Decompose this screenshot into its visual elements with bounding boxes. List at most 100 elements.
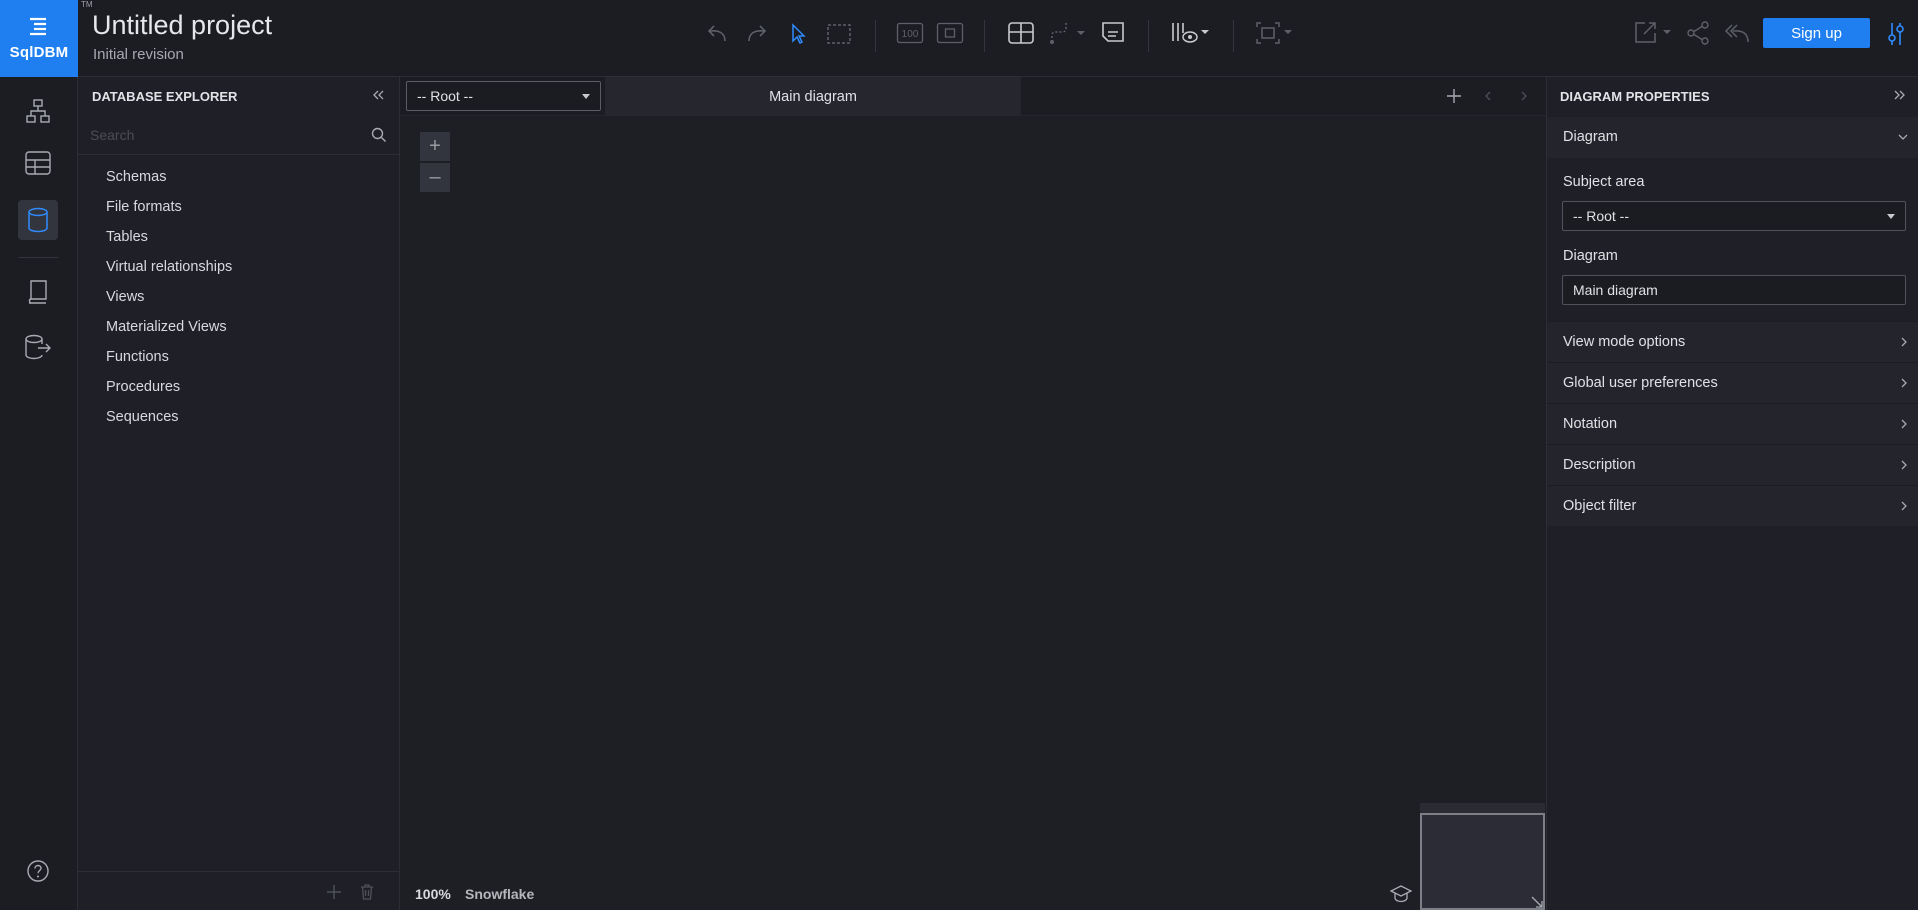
trademark-mark: TM [81,0,93,9]
search-input[interactable] [90,123,350,147]
select-pointer-icon[interactable] [784,20,812,48]
subject-area-select[interactable]: -- Root -- [406,81,601,111]
diagram-name-field[interactable]: Main diagram [1562,275,1906,305]
redo-icon[interactable] [743,20,771,48]
top-bar: SqlDBM TM Untitled project Initial revis… [0,0,1918,77]
rail-divider [18,257,58,258]
tree-item-functions[interactable]: Functions [106,348,232,378]
database-icon[interactable] [18,200,58,240]
chevron-down-icon [1897,132,1909,142]
section-diagram-label: Diagram [1563,129,1618,145]
project-title[interactable]: Untitled project [92,10,272,41]
explorer-footer [78,871,400,910]
subject-area-value: -- Root -- [417,88,473,104]
logo-text: SqlDBM [9,44,69,61]
row-label: Description [1563,457,1636,473]
left-rail [0,77,78,910]
view-options-icon[interactable] [1168,19,1212,47]
section-diagram[interactable]: Diagram [1547,117,1918,158]
resize-handle-icon[interactable] [1530,895,1544,909]
chevron-right-icon [1899,336,1909,348]
row-label: Notation [1563,416,1618,432]
row-view-mode-options[interactable]: View mode options [1547,321,1918,362]
project-revision[interactable]: Initial revision [93,46,184,63]
database-explorer-panel: DATABASE EXPLORER Schemas File formats T… [78,77,400,910]
chevron-right-icon [1899,377,1909,389]
tree-item-procedures[interactable]: Procedures [106,378,232,408]
database-type: Snowflake [465,886,535,902]
tab-main-diagram[interactable]: Main diagram [605,77,1021,116]
add-relationship-icon[interactable] [1046,19,1090,47]
chevron-left-icon[interactable] [1482,89,1494,103]
marquee-select-icon[interactable] [824,20,854,48]
explorer-search [78,115,400,155]
chevron-right-icon [1899,418,1909,430]
trash-icon[interactable] [359,883,375,901]
export-icon[interactable] [1631,19,1675,47]
toolbar-divider [875,20,876,52]
row-notation[interactable]: Notation [1547,403,1918,444]
add-icon[interactable] [326,884,342,900]
layout-icon[interactable] [1253,19,1297,47]
app-logo[interactable]: SqlDBM [0,0,78,77]
zoom-level: 100% [415,886,451,902]
add-note-icon[interactable] [1098,19,1128,47]
learning-icon[interactable] [1390,885,1412,903]
tree-item-schemas[interactable]: Schemas [106,168,232,198]
subject-area-dropdown[interactable]: -- Root -- [1562,201,1906,231]
search-icon[interactable] [371,127,387,143]
row-label: Object filter [1563,498,1637,514]
subject-area-label: Subject area [1563,174,1645,190]
tree-item-tables[interactable]: Tables [106,228,232,258]
zoom-100-label: 100 [902,29,919,40]
add-diagram-icon[interactable] [1446,88,1462,104]
zoom-100-icon[interactable]: 100 [895,21,925,45]
database-export-icon[interactable] [18,327,58,367]
documentation-icon[interactable] [18,272,58,312]
collapse-right-icon[interactable] [1892,87,1908,103]
subject-area-dropdown-value: -- Root -- [1573,208,1629,224]
diagram-label: Diagram [1563,248,1618,264]
explorer-tree: Schemas File formats Tables Virtual rela… [106,168,232,438]
chevron-right-icon [1899,459,1909,471]
row-description[interactable]: Description [1547,444,1918,485]
chevron-down-icon [582,94,590,99]
row-global-user-preferences[interactable]: Global user preferences [1547,362,1918,403]
version-history-icon[interactable] [1721,19,1753,47]
tree-item-materialized-views[interactable]: Materialized Views [106,318,232,348]
tree-item-views[interactable]: Views [106,288,232,318]
explorer-title: DATABASE EXPLORER [92,89,238,104]
chevron-right-icon[interactable] [1518,89,1530,103]
diagram-tab-bar: -- Root -- Main diagram [400,77,1546,116]
zoom-in-button[interactable]: + [420,132,450,161]
diagram-tree-icon[interactable] [18,91,58,131]
diagram-name-value: Main diagram [1573,282,1658,298]
toolbar-divider [984,20,985,52]
tree-item-virtual-relationships[interactable]: Virtual relationships [106,258,232,288]
tree-item-file-formats[interactable]: File formats [106,198,232,228]
toolbar-divider [1233,20,1234,52]
collapse-left-icon[interactable] [370,87,386,103]
properties-title: DIAGRAM PROPERTIES [1560,89,1710,104]
chevron-down-icon [1887,214,1895,219]
row-label: View mode options [1563,334,1686,350]
zoom-out-button[interactable]: – [420,163,450,192]
help-icon[interactable] [18,851,58,891]
logo-icon [30,17,46,36]
add-table-icon[interactable] [1006,19,1036,47]
toolbar-divider [1148,20,1149,52]
table-grid-icon[interactable] [18,143,58,183]
minimap[interactable] [1420,803,1545,910]
row-label: Global user preferences [1563,375,1718,391]
row-object-filter[interactable]: Object filter [1547,485,1918,526]
share-icon[interactable] [1684,19,1712,47]
tree-item-sequences[interactable]: Sequences [106,408,232,438]
minimap-viewport[interactable] [1420,813,1545,910]
diagram-properties-panel: DIAGRAM PROPERTIES Diagram Subject area … [1546,77,1918,910]
chevron-right-icon [1899,500,1909,512]
settings-icon[interactable] [1882,19,1910,49]
undo-icon[interactable] [703,20,731,48]
fit-to-screen-icon[interactable] [935,21,965,45]
diagram-canvas[interactable]: -- Root -- Main diagram + – 100% Snowfla… [400,77,1546,910]
sign-up-button[interactable]: Sign up [1763,18,1870,48]
